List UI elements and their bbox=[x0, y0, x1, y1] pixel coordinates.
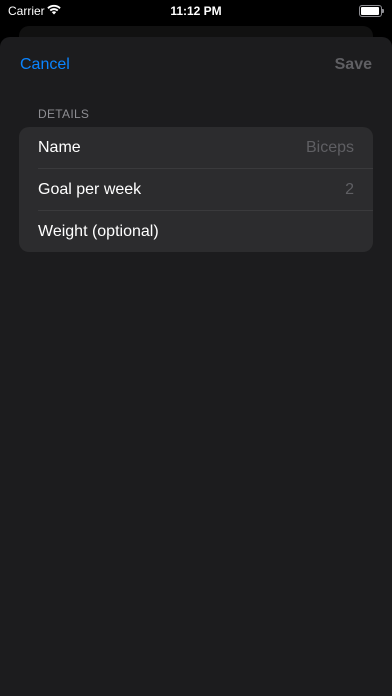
details-group: Name Biceps Goal per week 2 Weight (opti… bbox=[19, 127, 373, 252]
goal-per-week-label: Goal per week bbox=[38, 181, 142, 198]
weight-label: Weight (optional) bbox=[38, 223, 159, 240]
save-button[interactable]: Save bbox=[335, 56, 372, 74]
battery-icon bbox=[359, 5, 384, 17]
weight-row[interactable]: Weight (optional) bbox=[19, 211, 373, 252]
status-bar: Carrier 11:12 PM bbox=[0, 0, 392, 22]
goal-per-week-row[interactable]: Goal per week 2 bbox=[19, 169, 373, 210]
status-time: 11:12 PM bbox=[170, 4, 222, 18]
details-section-header: DETAILS bbox=[38, 107, 90, 121]
goal-per-week-field[interactable]: 2 bbox=[345, 181, 354, 199]
name-row[interactable]: Name Biceps bbox=[19, 127, 373, 168]
name-field[interactable]: Biceps bbox=[306, 139, 354, 157]
cancel-button[interactable]: Cancel bbox=[20, 56, 70, 74]
name-label: Name bbox=[38, 139, 81, 156]
